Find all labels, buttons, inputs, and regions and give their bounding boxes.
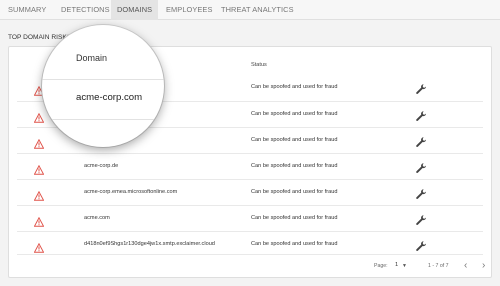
page-range: 1 - 7 of 7 <box>428 263 449 269</box>
status-cell: Can be spoofed and used for fraud <box>251 84 338 90</box>
tab-summary[interactable]: SUMMARY <box>0 0 54 20</box>
warning-triangle-icon <box>33 214 45 227</box>
wrench-icon[interactable] <box>415 82 427 94</box>
divider <box>42 79 164 80</box>
tab-detections[interactable]: DETECTIONS <box>53 0 118 20</box>
domain-cell: acme-corp.de <box>84 163 119 169</box>
table-row: acme.com Can be spoofed and used for frau… <box>17 205 483 231</box>
tab-domains[interactable]: DOMAINS <box>111 0 159 20</box>
domain-cell: acme-corp.emea.microsoftonline.com <box>84 189 178 195</box>
domain-cell: d418n0ef9Shgs1r130dge4jw1x.smtp.exclaime… <box>84 241 215 247</box>
table-row: acme-corp.de Can be spoofed and used for … <box>17 153 483 179</box>
chevron-down-icon[interactable]: ▼ <box>402 263 407 269</box>
warning-triangle-icon <box>33 188 45 201</box>
status-cell: Can be spoofed and used for fraud <box>251 215 338 221</box>
tab-employees[interactable]: EMPLOYEES <box>160 0 219 20</box>
column-header-status: Status <box>251 62 267 68</box>
domain-cell: acme.com <box>84 215 110 221</box>
chevron-left-icon[interactable]: ‹ <box>464 260 467 271</box>
wrench-icon[interactable] <box>415 187 427 199</box>
status-cell: Can be spoofed and used for fraud <box>251 137 338 143</box>
divider <box>42 119 164 120</box>
warning-triangle-icon <box>33 136 45 149</box>
status-cell: Can be spoofed and used for fraud <box>251 163 338 169</box>
tab-threat-analytics[interactable]: THREAT ANALYTICS <box>215 0 300 20</box>
tab-bar: SUMMARY DETECTIONS DOMAINS EMPLOYEES THR… <box>0 0 500 20</box>
magnified-domain: acme-corp.com <box>76 92 143 103</box>
page-select[interactable]: 1 <box>395 262 398 268</box>
chevron-right-icon[interactable]: › <box>482 260 485 271</box>
pagination: Page: 1 ▼ 1 - 7 of 7 ‹ › <box>17 254 485 276</box>
wrench-icon[interactable] <box>415 213 427 225</box>
page-label: Page: <box>374 263 388 269</box>
warning-triangle-icon <box>33 240 45 253</box>
wrench-icon[interactable] <box>415 109 427 121</box>
wrench-icon[interactable] <box>415 161 427 173</box>
magnifier-overlay: Domain acme-corp.com <box>42 25 164 147</box>
wrench-icon[interactable] <box>415 239 427 251</box>
status-cell: Can be spoofed and used for fraud <box>251 111 338 117</box>
wrench-icon[interactable] <box>415 135 427 147</box>
status-cell: Can be spoofed and used for fraud <box>251 189 338 195</box>
warning-triangle-icon <box>33 162 45 175</box>
table-row: acme-corp.emea.microsoftonline.com Can be… <box>17 179 483 205</box>
magnified-column-header-domain: Domain <box>76 53 108 63</box>
status-cell: Can be spoofed and used for fraud <box>251 241 338 247</box>
